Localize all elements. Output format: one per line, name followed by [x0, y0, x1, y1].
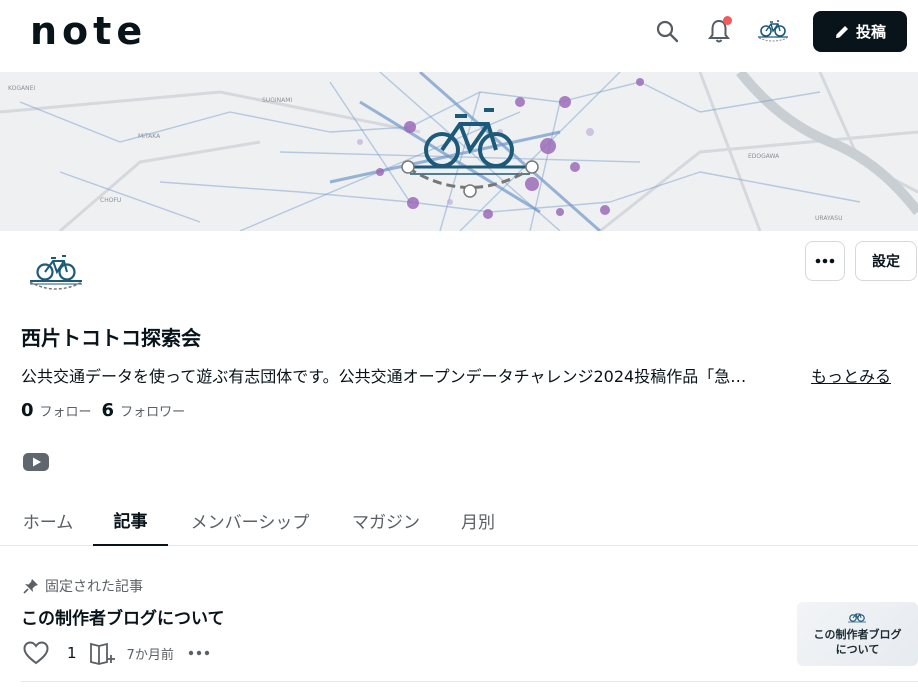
bicycle-icon	[848, 613, 866, 623]
more-options-button[interactable]	[805, 241, 845, 281]
map-label: EDOGAWA	[748, 153, 780, 160]
profile-avatar[interactable]	[22, 248, 88, 298]
article-meta: 1 7か月前	[23, 641, 210, 665]
network-map-image: KOGANEI SUGINAMI MITAKA CHOFU EDOGAWA UR…	[0, 72, 918, 231]
map-label: SUGINAMI	[262, 97, 292, 104]
tab-home[interactable]: ホーム	[21, 494, 75, 546]
map-label: URAYASU	[815, 215, 842, 222]
follow-stats: 0 フォロー 6 フォロワー	[21, 400, 195, 421]
user-avatar[interactable]	[756, 16, 790, 46]
bicycle-icon	[29, 255, 83, 290]
svg-text:note: note	[30, 14, 147, 48]
pinned-label-text: 固定された記事	[45, 579, 143, 595]
more-dots-icon[interactable]	[188, 650, 210, 656]
read-more-link[interactable]: もっとみる	[809, 363, 892, 387]
tab-monthly[interactable]: 月別	[459, 494, 497, 546]
pin-icon	[23, 579, 38, 594]
heart-icon[interactable]	[23, 641, 49, 665]
post-button[interactable]: 投稿	[813, 11, 907, 52]
thumbnail-text: この制作者ブログ について	[797, 627, 918, 657]
pencil-icon	[835, 25, 848, 38]
map-label: KOGANEI	[8, 85, 35, 92]
post-button-label: 投稿	[855, 23, 886, 41]
add-to-magazine-icon[interactable]	[89, 641, 117, 665]
bell-icon[interactable]	[704, 16, 734, 46]
like-count: 1	[67, 644, 77, 662]
youtube-icon[interactable]	[23, 452, 49, 472]
profile-banner: KOGANEI SUGINAMI MITAKA CHOFU EDOGAWA UR…	[0, 72, 918, 231]
profile-tabs: ホーム 記事 メンバーシップ マガジン 月別	[0, 494, 918, 546]
profile-description-text: 公共交通データを使って遊ぶ有志団体です。公共交通オープンデータチャレンジ2024…	[21, 367, 747, 386]
bicycle-icon	[758, 20, 788, 42]
article-time: 7か月前	[126, 647, 174, 663]
notification-dot	[723, 16, 732, 25]
settings-button[interactable]: 設定	[855, 241, 917, 281]
map-label: CHOFU	[100, 197, 121, 204]
thumbnail-text-line: この制作者ブログ	[813, 628, 902, 641]
follower-label[interactable]: フォロワー	[120, 401, 185, 420]
top-header: note 投稿	[0, 0, 918, 64]
more-dots-icon	[815, 258, 835, 264]
note-logo[interactable]: note	[30, 14, 156, 48]
follower-count[interactable]: 6	[102, 400, 115, 421]
search-icon[interactable]	[652, 16, 682, 46]
thumbnail-text-line: について	[835, 643, 880, 656]
pinned-label: 固定された記事	[23, 576, 143, 596]
divider	[21, 681, 918, 682]
follow-label[interactable]: フォロー	[40, 401, 92, 420]
tab-articles[interactable]: 記事	[93, 494, 168, 546]
tab-magazine[interactable]: マガジン	[350, 494, 422, 546]
article-title[interactable]: この制作者ブログについて	[21, 604, 225, 629]
tab-membership[interactable]: メンバーシップ	[188, 494, 312, 546]
follow-count[interactable]: 0	[21, 400, 34, 421]
profile-description: 公共交通データを使って遊ぶ有志団体です。公共交通オープンデータチャレンジ2024…	[21, 363, 911, 387]
profile-name: 西片トコトコ探索会	[21, 326, 201, 350]
article-thumbnail[interactable]: この制作者ブログ について	[797, 602, 918, 666]
